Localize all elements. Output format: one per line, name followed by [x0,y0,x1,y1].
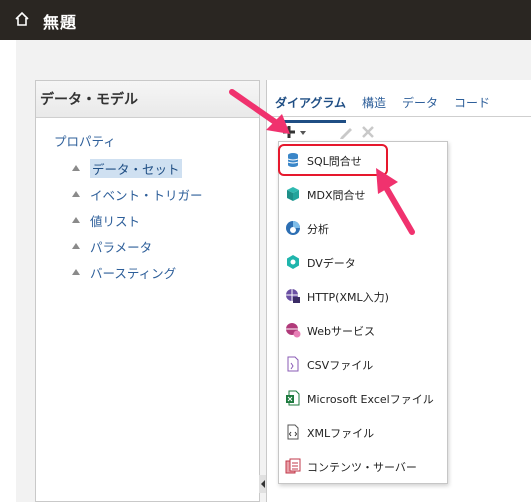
menu-item-content-server[interactable]: コンテンツ・サーバー [279,451,447,481]
pencil-icon[interactable] [338,124,354,140]
tree-item-bursting[interactable]: バースティング [72,259,203,285]
menu-item-dv-data[interactable]: DVデータ [279,247,447,277]
globe-icon [286,289,300,303]
collapse-icon [72,165,80,171]
hexagon-icon [287,255,299,269]
content-server-icon [285,458,301,474]
annotation-arrow-bottom [376,168,415,235]
annotation-arrow-top [229,89,290,134]
tab-structure[interactable]: 構造 [362,94,386,111]
tab-code[interactable]: コード [454,94,490,111]
csv-file-icon [287,356,299,372]
menu-item-csv-file[interactable]: CSVファイル [279,349,447,379]
menu-item-label: HTTP(XML入力) [307,291,389,304]
cube-icon [287,187,299,201]
menu-item-http[interactable]: HTTP(XML入力) [279,281,447,311]
menu-item-label: Microsoft Excelファイル [307,393,434,406]
page-title: 無題 [43,13,78,32]
tree-item-value-list[interactable]: 値リスト [72,207,203,233]
collapse-icon [72,191,80,197]
x-icon[interactable] [360,124,376,140]
home-icon[interactable] [14,11,30,27]
excel-icon [286,390,300,406]
menu-item-excel-file[interactable]: Microsoft Excelファイル [279,383,447,413]
xml-file-icon [287,424,299,440]
tree-item-label: データ・セット [90,158,182,178]
tab-data[interactable]: データ [402,94,438,111]
tree-item-label: バースティング [90,265,177,281]
collapse-icon [72,217,80,223]
menu-item-label: 分析 [307,223,329,236]
tree-item-parameters[interactable]: パラメータ [72,233,203,259]
data-set-type-menu: SQL問合せ MDX問合せ 分析 DVデータ HTTP(XML入力) Webサー… [278,141,448,484]
menu-item-label: DVデータ [307,257,356,270]
menu-item-label: MDX問合せ [307,189,366,202]
tree: データ・セット イベント・トリガー 値リスト パラメータ バースティング [72,155,203,285]
collapse-icon [72,243,80,249]
menu-item-analysis[interactable]: 分析 [279,213,447,243]
web-service-icon [286,323,301,338]
tree-item-label: イベント・トリガー [90,187,203,203]
top-bar: 無題 [0,0,531,40]
tab-bar: ダイアグラム 構造 データ コード [267,80,531,123]
tree-item-label: パラメータ [90,239,153,255]
menu-item-label: CSVファイル [307,359,374,372]
analysis-icon [286,221,300,235]
properties-link[interactable]: プロパティ [54,131,116,150]
menu-item-label: コンテンツ・サーバー [307,461,417,474]
menu-item-web-service[interactable]: Webサービス [279,315,447,345]
menu-item-mdx-query[interactable]: MDX問合せ [279,179,447,209]
tree-item-event-trigger[interactable]: イベント・トリガー [72,181,203,207]
data-model-panel: データ・モデル プロパティ データ・セット イベント・トリガー 値リスト パラメ… [35,80,260,502]
menu-item-label: Webサービス [307,325,375,338]
tree-item-data-set[interactable]: データ・セット [72,155,203,181]
menu-item-xml-file[interactable]: XMLファイル [279,417,447,447]
menu-item-label: XMLファイル [307,427,375,440]
collapse-icon [72,269,80,275]
tree-item-label: 値リスト [90,213,141,229]
